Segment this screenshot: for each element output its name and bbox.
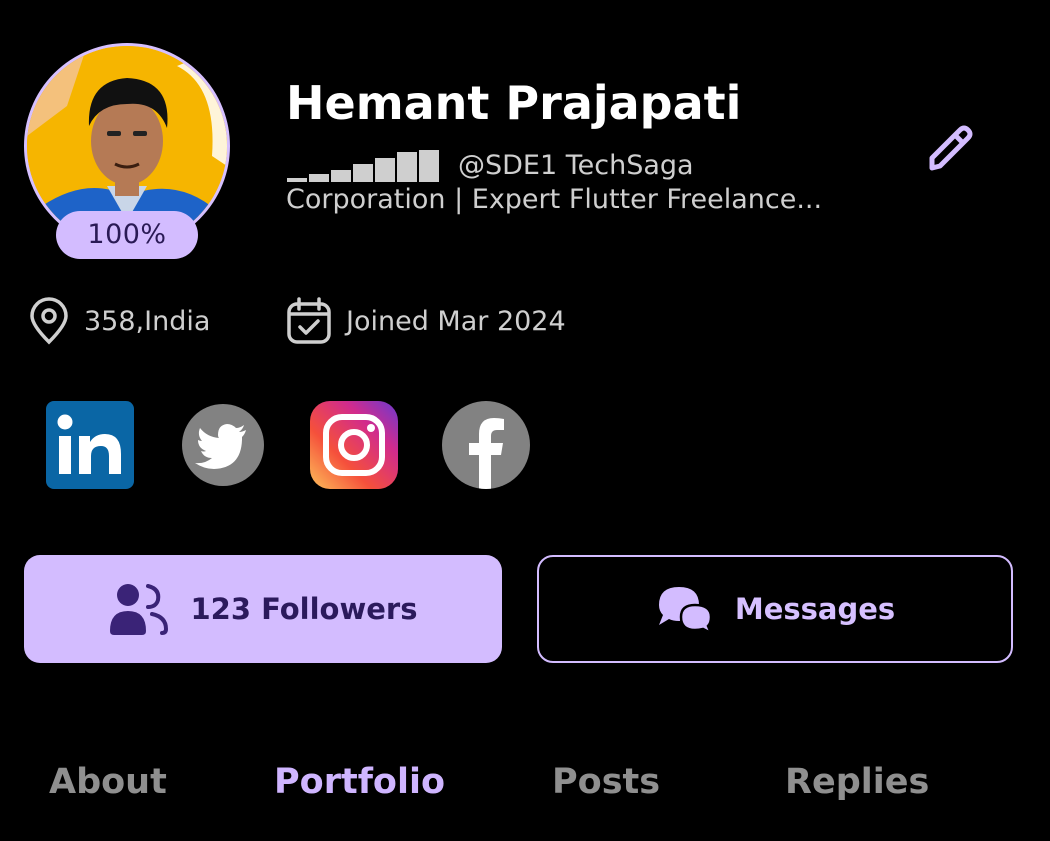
joined-text: Joined Mar 2024 (346, 305, 566, 337)
profile-name: Hemant Prajapati (286, 76, 742, 130)
tab-about[interactable]: About (49, 762, 167, 802)
location-text: 358,India (84, 305, 211, 337)
facebook-link[interactable] (441, 400, 531, 490)
tab-posts[interactable]: Posts (552, 762, 660, 802)
chat-bubbles-icon (658, 587, 714, 635)
location-info: 358,India (28, 297, 210, 345)
instagram-icon (310, 401, 398, 489)
avatar[interactable]: 100% (24, 43, 230, 259)
profile-completion-badge: 100% (56, 211, 198, 259)
edit-profile-button[interactable] (918, 118, 980, 180)
twitter-link[interactable] (178, 400, 268, 490)
location-pin-icon (30, 297, 68, 345)
tab-portfolio[interactable]: Portfolio (274, 762, 445, 802)
pencil-icon (929, 125, 973, 171)
signal-bars-icon (287, 150, 439, 182)
messages-button[interactable]: Messages (537, 555, 1013, 663)
profile-handle: @SDE1 TechSaga (458, 150, 694, 181)
twitter-icon (182, 404, 264, 486)
tab-replies[interactable]: Replies (785, 762, 929, 802)
facebook-icon (442, 401, 530, 489)
calendar-icon (287, 297, 331, 344)
users-icon (110, 584, 169, 635)
profile-bio: Corporation | Expert Flutter Freelance..… (286, 184, 823, 215)
linkedin-link[interactable] (45, 400, 135, 490)
linkedin-icon (46, 401, 134, 489)
messages-label: Messages (734, 592, 896, 626)
followers-count: 123 Followers (190, 592, 418, 626)
joined-info: Joined Mar 2024 (286, 297, 566, 345)
followers-button[interactable]: 123 Followers (24, 555, 502, 663)
instagram-link[interactable] (309, 400, 399, 490)
